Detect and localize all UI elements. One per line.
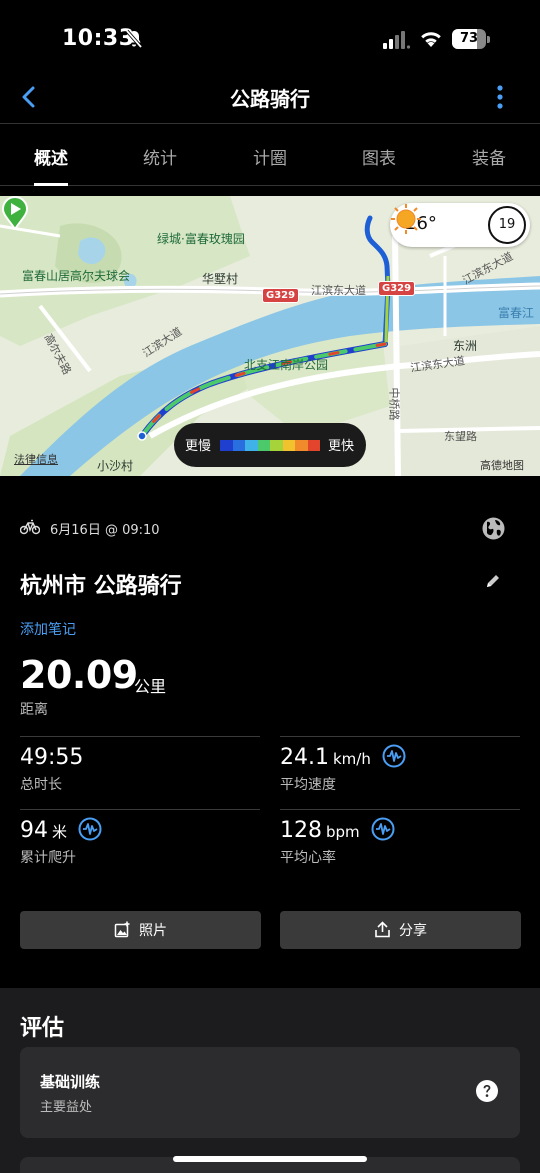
distance-unit: 公里 (134, 677, 167, 696)
stat-label: 平均速度 (280, 777, 336, 793)
map-label-dongzhou: 东洲 (453, 339, 478, 353)
legend-color-segment (282, 440, 295, 451)
road-shield-g329-east: G329 (378, 281, 416, 296)
legend-color-segment (270, 440, 283, 451)
map-label-huashu: 华墅村 (202, 272, 239, 286)
tab-laps[interactable]: 计圈 (225, 144, 315, 169)
legend-slow-label: 更慢 (185, 439, 212, 454)
route-map[interactable]: 绿城·富春玫瑰园 富春山居高尔夫球会 华墅村 G329 G329 江滨东大道 江… (0, 196, 540, 476)
training-effect-subtitle: 主要益处 (40, 1100, 93, 1115)
stat-label: 总时长 (20, 777, 62, 793)
wind-indicator: 19 (488, 206, 526, 244)
help-icon[interactable] (476, 1080, 498, 1102)
legend-color-segment (232, 440, 245, 451)
stat-label: 平均心率 (280, 850, 336, 866)
bike-icon (20, 519, 40, 535)
chart-pulse-icon[interactable] (78, 817, 102, 841)
map-label-golf: 富春山居高尔夫球会 (22, 269, 131, 283)
stat-value: 49:55 (20, 745, 84, 770)
map-label-xiaosha: 小沙村 (97, 459, 134, 473)
home-indicator (173, 1156, 367, 1162)
stat-total-time: 49:55 总时长 (20, 736, 260, 808)
stat-value: 94 (20, 818, 48, 843)
wifi-icon (421, 32, 441, 47)
add-photo-icon (114, 921, 130, 937)
battery-indicator: 73 (452, 29, 490, 49)
training-effect-title: 基础训练 (40, 1073, 101, 1091)
training-effect-card[interactable]: 基础训练 主要益处 (20, 1047, 520, 1138)
evaluation-title: 评估 (20, 1016, 65, 1041)
tab-overview[interactable]: 概述 (6, 144, 96, 169)
share-icon (375, 920, 390, 937)
stat-value: 128 (280, 818, 322, 843)
bell-off-icon (125, 29, 143, 49)
legend-color-segment (295, 440, 308, 451)
tab-active-indicator (34, 183, 68, 186)
add-note-link[interactable]: 添加笔记 (20, 619, 76, 639)
cellular-signal-icon (383, 31, 411, 49)
map-legal-link[interactable]: 法律信息 (14, 451, 58, 467)
edit-pencil-icon[interactable] (484, 572, 502, 590)
status-bar: 10:33 73 (0, 0, 540, 72)
page-title: 公路骑行 (230, 87, 310, 111)
legend-color-segment (220, 440, 233, 451)
legend-fast-label: 更快 (328, 439, 355, 454)
tab-gear[interactable]: 装备 (444, 144, 534, 169)
photos-button[interactable]: 照片 (20, 911, 261, 949)
more-vertical-icon[interactable] (492, 84, 508, 110)
road-shield-g329-west: G329 (262, 288, 300, 303)
stat-elevation-gain: 94 米 累计爬升 (20, 809, 260, 881)
legend-color-segment (257, 440, 270, 451)
map-label-beizhi-park: 北支江南岸公园 (244, 358, 329, 372)
photos-button-label: 照片 (139, 923, 167, 939)
stat-label: 累计爬升 (20, 850, 76, 866)
tab-stats[interactable]: 统计 (115, 144, 205, 169)
globe-icon[interactable] (481, 516, 506, 541)
nav-bar: 公路骑行 (0, 72, 540, 124)
share-button-label: 分享 (399, 923, 427, 939)
stat-value: 24.1 (280, 745, 329, 770)
stat-unit: km/h (332, 750, 371, 768)
stat-avg-speed: 24.1 km/h 平均速度 (280, 736, 520, 808)
tab-bar: 概述 统计 计圈 图表 装备 (0, 124, 540, 186)
stat-unit: 米 (52, 823, 68, 841)
tab-charts[interactable]: 图表 (334, 144, 424, 169)
stat-avg-heart-rate: 128 bpm 平均心率 (280, 809, 520, 881)
distance-value: 20.09 (20, 653, 138, 697)
activity-date: 6月16日 @ 09:10 (50, 523, 160, 538)
weather-badge: 26° 19 (390, 203, 530, 247)
speed-legend: 更慢 更快 (174, 423, 366, 467)
activity-name: 杭州市 公路骑行 (20, 574, 182, 599)
chart-pulse-icon[interactable] (382, 744, 406, 768)
map-label-lvcheng: 绿城·富春玫瑰园 (157, 232, 245, 246)
route-start-marker-icon (1, 196, 29, 230)
legend-color-segment (307, 440, 320, 451)
legend-color-segment (245, 440, 258, 451)
map-label-jiangbin-east-1: 江滨东大道 (311, 284, 366, 297)
battery-percent: 73 (459, 31, 479, 46)
legend-color-bar (220, 440, 320, 451)
distance-label: 距离 (20, 702, 48, 718)
map-label-fuchunjiang: 富春江 (498, 306, 535, 320)
share-button[interactable]: 分享 (280, 911, 521, 949)
chart-pulse-icon[interactable] (371, 817, 395, 841)
stat-unit: bpm (326, 823, 360, 841)
map-provider-label: 高德地图 (480, 459, 524, 472)
sun-icon (391, 204, 421, 234)
map-label-zhongqiao-road: 中桥路 (387, 387, 401, 421)
evaluation-section: 评估 基础训练 主要益处 (0, 988, 540, 1173)
map-label-dongwang-road: 东望路 (444, 430, 477, 443)
